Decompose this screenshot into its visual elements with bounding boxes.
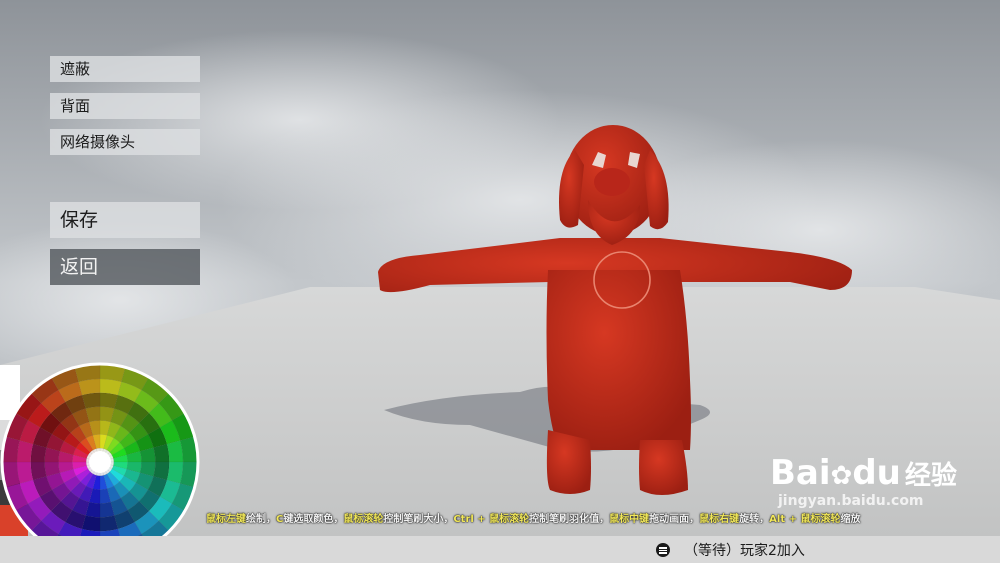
color-wheel-cell[interactable] — [166, 440, 184, 463]
hint-text: 缩放 — [840, 514, 861, 525]
color-wheel-cell[interactable] — [99, 378, 122, 396]
hint-key: 鼠标左键 — [206, 514, 246, 525]
color-wheel-cell[interactable] — [16, 461, 34, 484]
hint-text: 绘制， — [246, 514, 276, 525]
hint-key: Ctrl + 鼠标滚轮 — [453, 514, 530, 525]
mask-button[interactable]: 遮蔽 — [50, 56, 200, 82]
hint-text: 键选取颜色， — [283, 514, 344, 525]
controls-hint: 鼠标左键绘制，C键选取颜色，鼠标滚轮控制笔刷大小，Ctrl + 鼠标滚轮控制笔刷… — [206, 510, 966, 525]
color-wheel[interactable] — [2, 364, 198, 560]
hint-text: 拖动画面， — [649, 514, 700, 525]
hint-text: 控制笔刷大小， — [383, 514, 454, 525]
save-button[interactable]: 保存 — [50, 202, 200, 238]
paw-icon: ✿ — [830, 461, 853, 491]
hint-text: 旋转， — [739, 514, 770, 525]
player-join-status: （等待）玩家2加入 — [684, 543, 805, 559]
hint-key: 鼠标滚轮 — [343, 514, 384, 525]
color-wheel-cell[interactable] — [16, 440, 34, 463]
color-wheel-cell[interactable] — [78, 378, 101, 396]
menu-icon[interactable] — [656, 543, 670, 557]
color-wheel-cell[interactable] — [166, 461, 184, 484]
webcam-button[interactable]: 网络摄像头 — [50, 129, 200, 155]
hint-key: Alt + 鼠标滚轮 — [769, 514, 841, 525]
back-face-button[interactable]: 背面 — [50, 93, 200, 119]
baidu-jingyan-watermark: Bai✿du 经验 jingyan.baidu.com — [770, 453, 957, 509]
status-bar — [0, 536, 1000, 563]
hint-key: 鼠标中键 — [609, 514, 650, 525]
hint-key: 鼠标右键 — [699, 514, 740, 525]
hint-text: 控制笔刷羽化值， — [529, 514, 610, 525]
return-button[interactable]: 返回 — [50, 249, 200, 285]
color-wheel-center[interactable] — [89, 451, 111, 473]
